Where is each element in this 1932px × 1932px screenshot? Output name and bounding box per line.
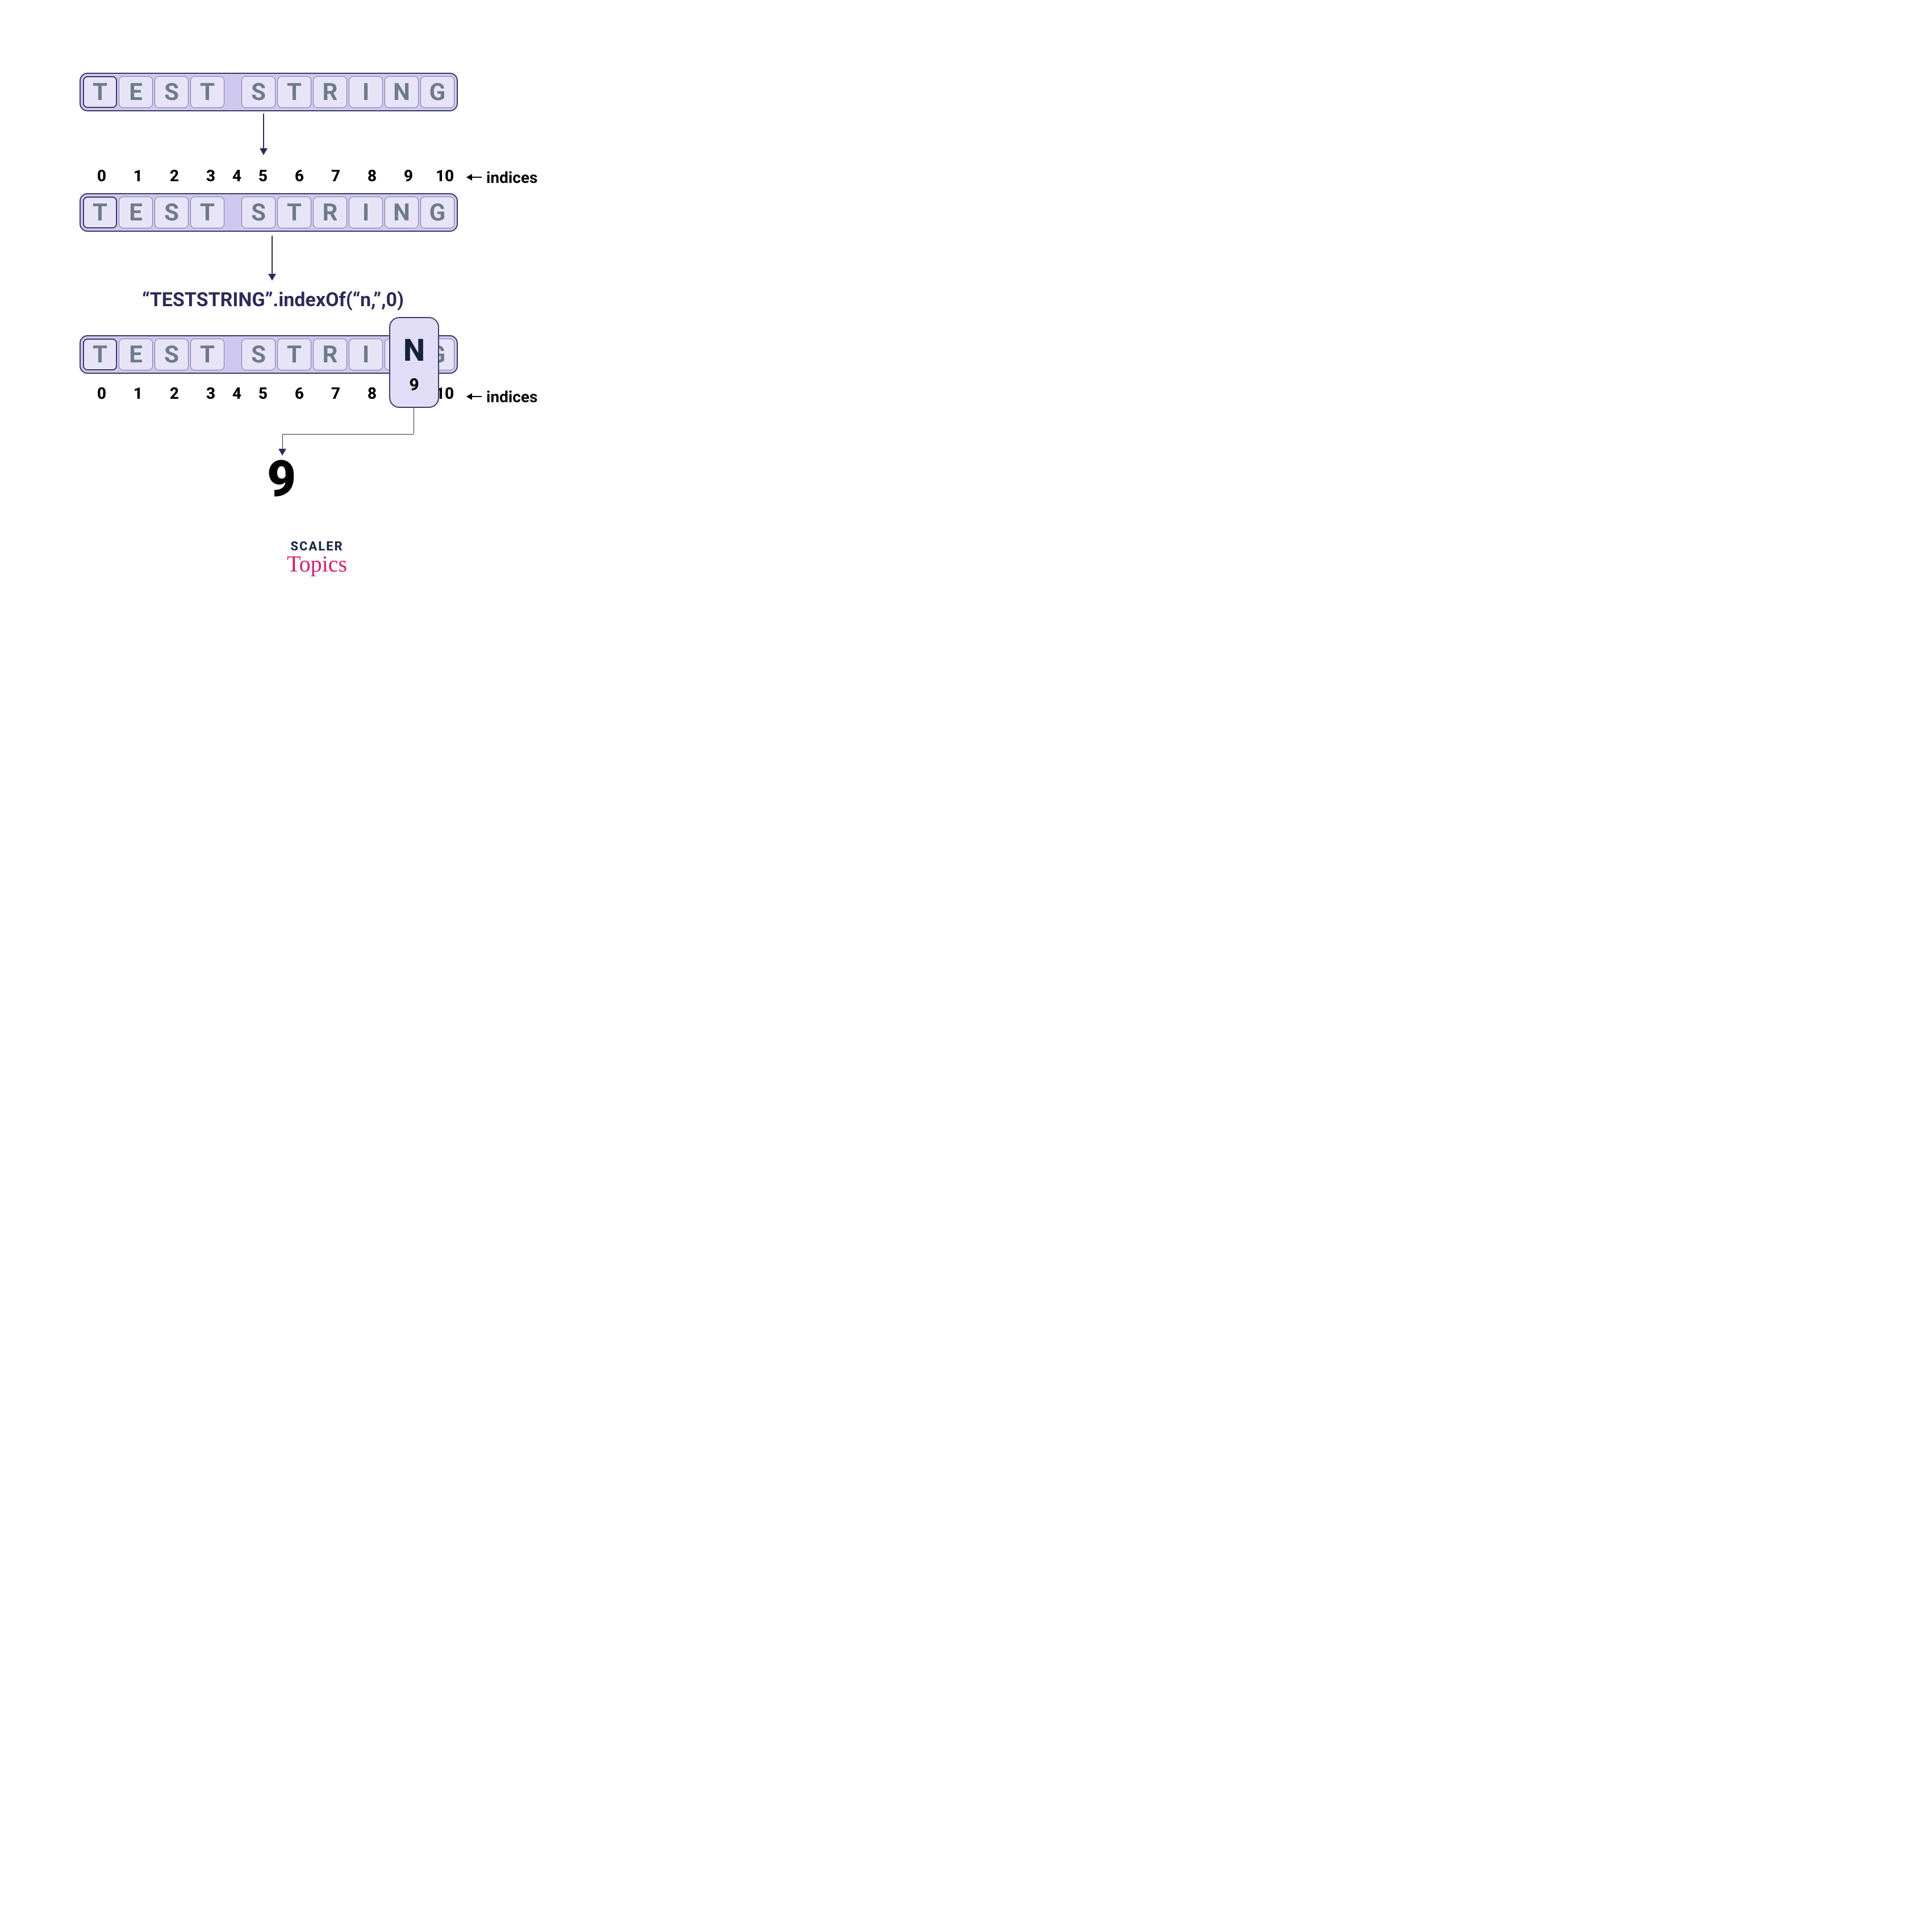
cell: T: [277, 76, 311, 108]
cell: I: [349, 339, 383, 370]
index-label: 8: [354, 384, 390, 403]
index-label: 4: [229, 166, 245, 185]
logo-line-2: Topics: [287, 550, 347, 577]
cell: S: [241, 76, 276, 108]
cell: I: [349, 197, 383, 228]
arrow-down-2: [272, 236, 273, 280]
cell: R: [313, 197, 347, 228]
index-label: 5: [245, 166, 281, 185]
cell: I: [349, 76, 383, 108]
cell-space: [226, 197, 240, 228]
cell: E: [119, 76, 153, 108]
index-label: 3: [193, 166, 229, 185]
cell: T: [277, 197, 311, 228]
cell: T: [277, 339, 311, 370]
string-row-2: T E S T S T R I N G: [80, 193, 458, 232]
cell: S: [241, 197, 276, 228]
index-label: 8: [354, 166, 390, 185]
cell: T: [190, 339, 224, 370]
highlight-letter: N: [403, 333, 425, 369]
index-label: 10: [427, 166, 463, 185]
cell: E: [119, 339, 153, 370]
arrow-left-indices-1: [467, 177, 482, 178]
cell: G: [420, 76, 454, 108]
index-label: 3: [193, 384, 229, 403]
indices-label-1: indices: [486, 168, 537, 187]
index-label: 0: [84, 166, 120, 185]
result-value: 9: [267, 450, 296, 508]
index-label: 0: [84, 384, 120, 403]
cell: S: [155, 76, 189, 108]
index-label: 6: [281, 384, 318, 403]
highlight-cell: N 9: [389, 317, 439, 408]
index-label: 5: [245, 384, 281, 403]
cell: T: [83, 339, 117, 370]
cell: R: [313, 76, 347, 108]
indices-row-top: 0 1 2 3 4 5 6 7 8 9 10: [84, 166, 463, 185]
index-label: 7: [318, 166, 354, 185]
scaler-logo: SCALER Topics: [287, 540, 347, 577]
code-expression: “TESTSTRING”.indexOf(“n,”,0): [142, 289, 404, 311]
cell-space: [226, 76, 240, 108]
cell: T: [83, 197, 117, 228]
cell: E: [119, 197, 153, 228]
cell: R: [313, 339, 347, 370]
arrow-left-indices-2: [467, 396, 482, 397]
cell: T: [83, 76, 117, 108]
cell: T: [190, 197, 224, 228]
cell: S: [155, 197, 189, 228]
index-label: 9: [390, 166, 427, 185]
cell: S: [155, 339, 189, 370]
index-label: 2: [156, 166, 193, 185]
cell: N: [385, 76, 419, 108]
cell: N: [385, 197, 419, 228]
highlight-index: 9: [409, 375, 419, 395]
cell: T: [190, 76, 224, 108]
index-label: 1: [120, 384, 156, 403]
index-label: 7: [318, 384, 354, 403]
cell: G: [420, 197, 454, 228]
index-label: 1: [120, 166, 156, 185]
cell: S: [241, 339, 276, 370]
arrow-down-1: [263, 114, 264, 155]
diagram-canvas: T E S T S T R I N G 0 1 2 3 4 5 6 7 8 9 …: [0, 0, 614, 614]
string-row-1: T E S T S T R I N G: [80, 73, 458, 111]
cell-space: [226, 339, 240, 370]
index-label: 4: [229, 384, 245, 403]
indices-label-2: indices: [486, 387, 537, 406]
route-seg-2: [282, 434, 414, 435]
index-label: 6: [281, 166, 318, 185]
index-label: 2: [156, 384, 193, 403]
route-seg-3: [282, 434, 283, 449]
